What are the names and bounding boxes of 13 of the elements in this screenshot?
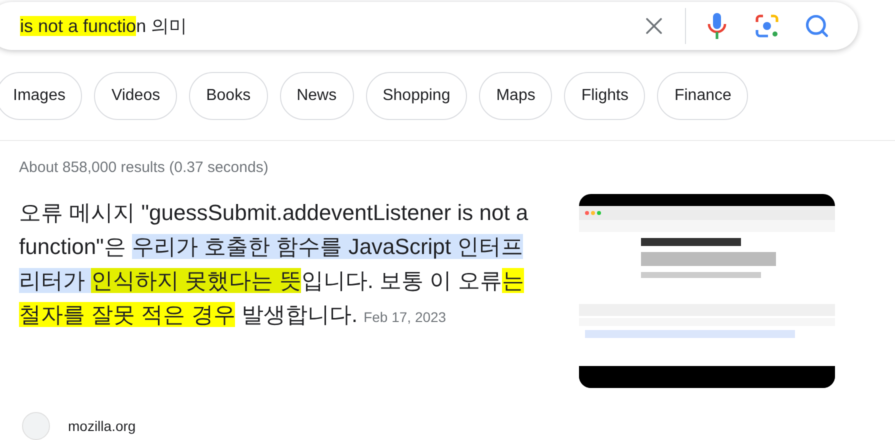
filter-chip[interactable]: Shopping	[366, 72, 468, 120]
filter-chip[interactable]: News	[280, 72, 354, 120]
filter-chip[interactable]: Books	[189, 72, 268, 120]
filter-chip[interactable]: Maps	[479, 72, 552, 120]
filter-chip[interactable]: Finance	[657, 72, 748, 120]
filter-chip[interactable]: Flights	[564, 72, 646, 120]
snippet-text: 오류 메시지 "guessSubmit.addeventListener is not a function"은 우리가 호출한 함수를 JavaScript 인터프리터가 인식하지 못했다는 뜻입니다. 보통 이 오류는 철자를 잘못 적은 경우 발생합니다. Feb 17, 2023	[19, 199, 530, 329]
site-favicon-icon	[22, 412, 50, 440]
filter-chip[interactable]: Images	[0, 72, 82, 120]
result-stats: About 858,000 results (0.37 seconds)	[19, 159, 270, 176]
search-field[interactable]: is not a function 의미	[20, 14, 629, 38]
source-site[interactable]: mozilla.org	[68, 418, 136, 434]
filter-chip[interactable]: Videos	[94, 72, 178, 120]
